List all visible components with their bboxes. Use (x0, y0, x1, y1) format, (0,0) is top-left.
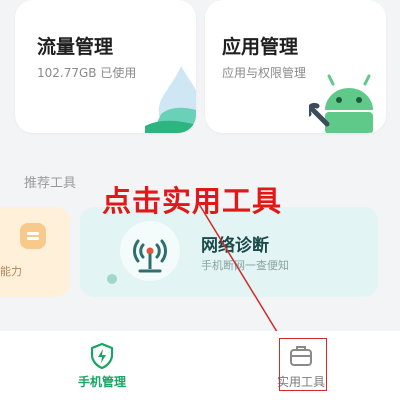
bottom-navigation: 手机管理 实用工具 (0, 331, 400, 400)
antenna-signal-icon (107, 221, 180, 284)
app-management-card[interactable]: 应用管理 应用与权限管理 (205, 0, 386, 133)
apps-card-subtitle: 应用与权限管理 (222, 66, 307, 80)
android-robot-icon (309, 74, 373, 133)
water-drop-icon (145, 66, 196, 133)
traffic-management-card[interactable]: 流量管理 102.77GB 已使用 (15, 0, 196, 133)
recommended-tools-heading: 推荐工具 (24, 176, 77, 191)
network-diagnosis-desc: 手机断网一查便知 (201, 259, 289, 272)
apps-card-title: 应用管理 (222, 36, 299, 58)
tool-card-label: 能力 (0, 265, 22, 278)
annotation-highlight-box (279, 338, 327, 391)
traffic-card-title: 流量管理 (37, 36, 114, 58)
network-diagnosis-card[interactable]: 网络诊断 手机断网一查便知 (80, 207, 378, 297)
nav-phone-management[interactable]: 手机管理 (62, 331, 142, 400)
shield-bolt-icon (90, 343, 114, 369)
nav-phone-management-label: 手机管理 (77, 375, 126, 389)
annotation-text: 点击实用工具 (102, 184, 283, 218)
tool-card-partial[interactable]: 能力 (0, 207, 70, 297)
traffic-card-subtitle: 102.77GB 已使用 (37, 66, 137, 80)
tool-icon (20, 223, 46, 249)
network-diagnosis-title: 网络诊断 (201, 236, 269, 256)
